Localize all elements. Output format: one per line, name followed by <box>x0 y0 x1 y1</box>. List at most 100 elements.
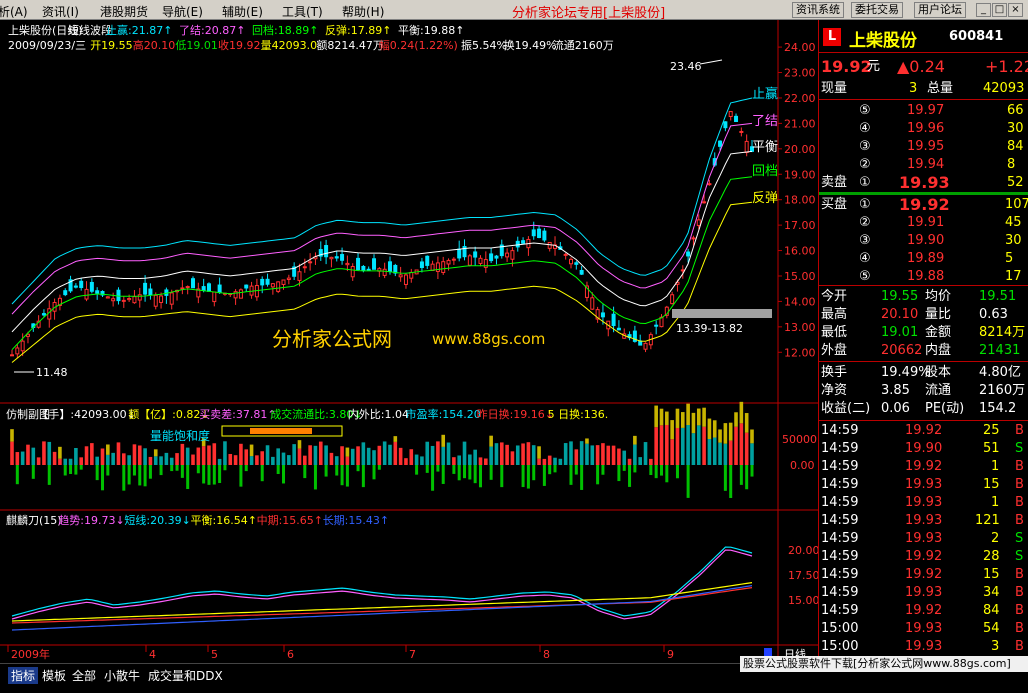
volume-bar-cap <box>670 420 674 440</box>
buy-volume: 107 <box>1005 197 1028 212</box>
volume-bar-cap <box>696 408 701 426</box>
ad-banner[interactable]: 股票公式股票软件下载[分析家公式网www.88gs.com] <box>740 656 1028 672</box>
volume-bar <box>569 441 573 465</box>
candle-up <box>505 252 510 258</box>
tick-time: 14:59 <box>821 477 859 492</box>
chart-area[interactable]: 上柴股份(日线) 短线波段 止赢:21.87↑ 了结:20.87↑ 回档:18.89↑ 反… <box>0 20 818 663</box>
gap-box <box>672 309 772 318</box>
y-tick-label: 20.00 <box>784 143 816 156</box>
volume-bar <box>318 441 323 465</box>
tick-row: 14:59 19.92 25 B <box>819 422 1028 440</box>
trade-button[interactable]: 委托交易 <box>851 2 903 18</box>
tab-all[interactable]: 全部 <box>72 667 96 684</box>
volume-bar <box>420 456 424 465</box>
volume-bar <box>111 452 115 465</box>
news-system-button[interactable]: 资讯系统 <box>792 2 844 18</box>
flow-bar <box>101 465 105 491</box>
sell-row: 卖盘 ① 19.93 52 <box>819 174 1028 192</box>
flow-bar <box>175 465 179 471</box>
candle-up <box>467 255 472 266</box>
flow-bar <box>159 465 163 476</box>
stat-value: 2160万 <box>979 383 1026 398</box>
candle-up <box>185 286 190 289</box>
flow-bar <box>15 465 19 485</box>
stat-label: 外盘 <box>821 343 848 358</box>
volume-bar-cap <box>675 408 680 428</box>
menu-assist[interactable]: 辅助(E) <box>222 3 263 20</box>
legend-item: 开19.55 <box>90 39 133 52</box>
tick-side: S <box>1015 531 1024 546</box>
candle-up <box>308 261 313 264</box>
flow-bar <box>675 465 679 479</box>
menu-navigate[interactable]: 导航(E) <box>162 3 203 20</box>
band-line <box>11 97 753 305</box>
tick-side: B <box>1015 621 1024 636</box>
candle-up <box>707 183 712 186</box>
candle-up <box>670 294 675 305</box>
candle-up <box>350 266 355 278</box>
volume-bar <box>515 445 520 465</box>
indicator-legend-item: 趋势:19.73↓ <box>58 514 124 527</box>
band-label: 平衡 <box>752 140 778 155</box>
kline-chart[interactable]: 上柴股份(日线)短线波段止赢:21.87↑ 了结:20.87↑ 回档:18.89↑ 反… <box>0 20 818 663</box>
menu-tools[interactable]: 工具(T) <box>282 3 323 20</box>
flow-bar <box>340 465 344 486</box>
menu-news[interactable]: 资讯(I) <box>42 3 79 20</box>
volume-bar <box>473 449 477 465</box>
maximize-icon[interactable]: □ <box>992 3 1007 17</box>
candle-up <box>744 140 749 153</box>
candle-up <box>345 262 350 266</box>
tab-small-cow[interactable]: 小散牛 <box>104 667 140 684</box>
legend-item: 额8214.47万 <box>316 39 384 52</box>
volume-bar <box>388 444 392 465</box>
candle-up <box>329 256 334 260</box>
candle-up <box>451 258 456 261</box>
indicator-legend-item: 平衡:16.54↑ <box>191 514 257 527</box>
volume-bar-cap <box>680 412 685 428</box>
volume-bar <box>281 452 286 465</box>
flow-bar <box>356 465 360 472</box>
candle-up <box>159 295 164 303</box>
volume-bar <box>340 446 344 465</box>
volume-bar <box>526 442 531 465</box>
volume-bar <box>563 443 568 465</box>
buy-row: ⑤ 19.88 17 <box>819 268 1028 286</box>
tab-indicators[interactable]: 指标 <box>8 667 39 684</box>
volume-bar <box>611 445 616 465</box>
candle-down <box>654 324 659 327</box>
tick-price: 19.93 <box>905 585 943 600</box>
close-icon[interactable]: × <box>1008 3 1023 17</box>
volume-bar <box>723 443 728 465</box>
stock-header: L 上柴股份 600841 <box>819 26 1028 51</box>
legend-item: 振5.54% <box>461 38 507 52</box>
candle-down <box>143 282 148 295</box>
volume-bar <box>15 452 20 465</box>
menu-hk-futures[interactable]: 港股期货 <box>100 3 148 20</box>
volume-bar-cap <box>654 405 658 428</box>
volume-bar <box>409 449 414 465</box>
candle-up <box>590 297 595 310</box>
candle-up <box>728 111 733 117</box>
volume-row: 现量 3 总量 42093 <box>819 80 1028 98</box>
candle-up <box>441 261 446 273</box>
minimize-icon[interactable]: _ <box>976 3 991 17</box>
volume-bar <box>680 427 685 465</box>
flow-bar <box>196 465 200 474</box>
volume-bar <box>228 453 233 465</box>
tick-volume: 15 <box>983 477 1000 492</box>
tab-templates[interactable]: 模板 <box>42 667 66 684</box>
volume-bar <box>665 424 669 465</box>
tick-volume: 3 <box>991 639 1000 654</box>
forum-button[interactable]: 用户论坛 <box>914 2 966 18</box>
volume-bar <box>191 454 195 465</box>
volume-bar <box>329 452 334 465</box>
sell-level: ④ <box>859 121 871 136</box>
menu-analysis[interactable]: 析(A) <box>0 3 28 20</box>
flow-bar <box>282 465 286 484</box>
volume-bar-cap <box>723 423 728 444</box>
candle-up <box>276 281 281 292</box>
menu-help[interactable]: 帮助(H) <box>342 3 384 20</box>
volume-bar-cap <box>345 447 350 457</box>
volume-bar <box>36 457 41 465</box>
tab-volume-ddx[interactable]: 成交量和DDX <box>148 667 223 684</box>
